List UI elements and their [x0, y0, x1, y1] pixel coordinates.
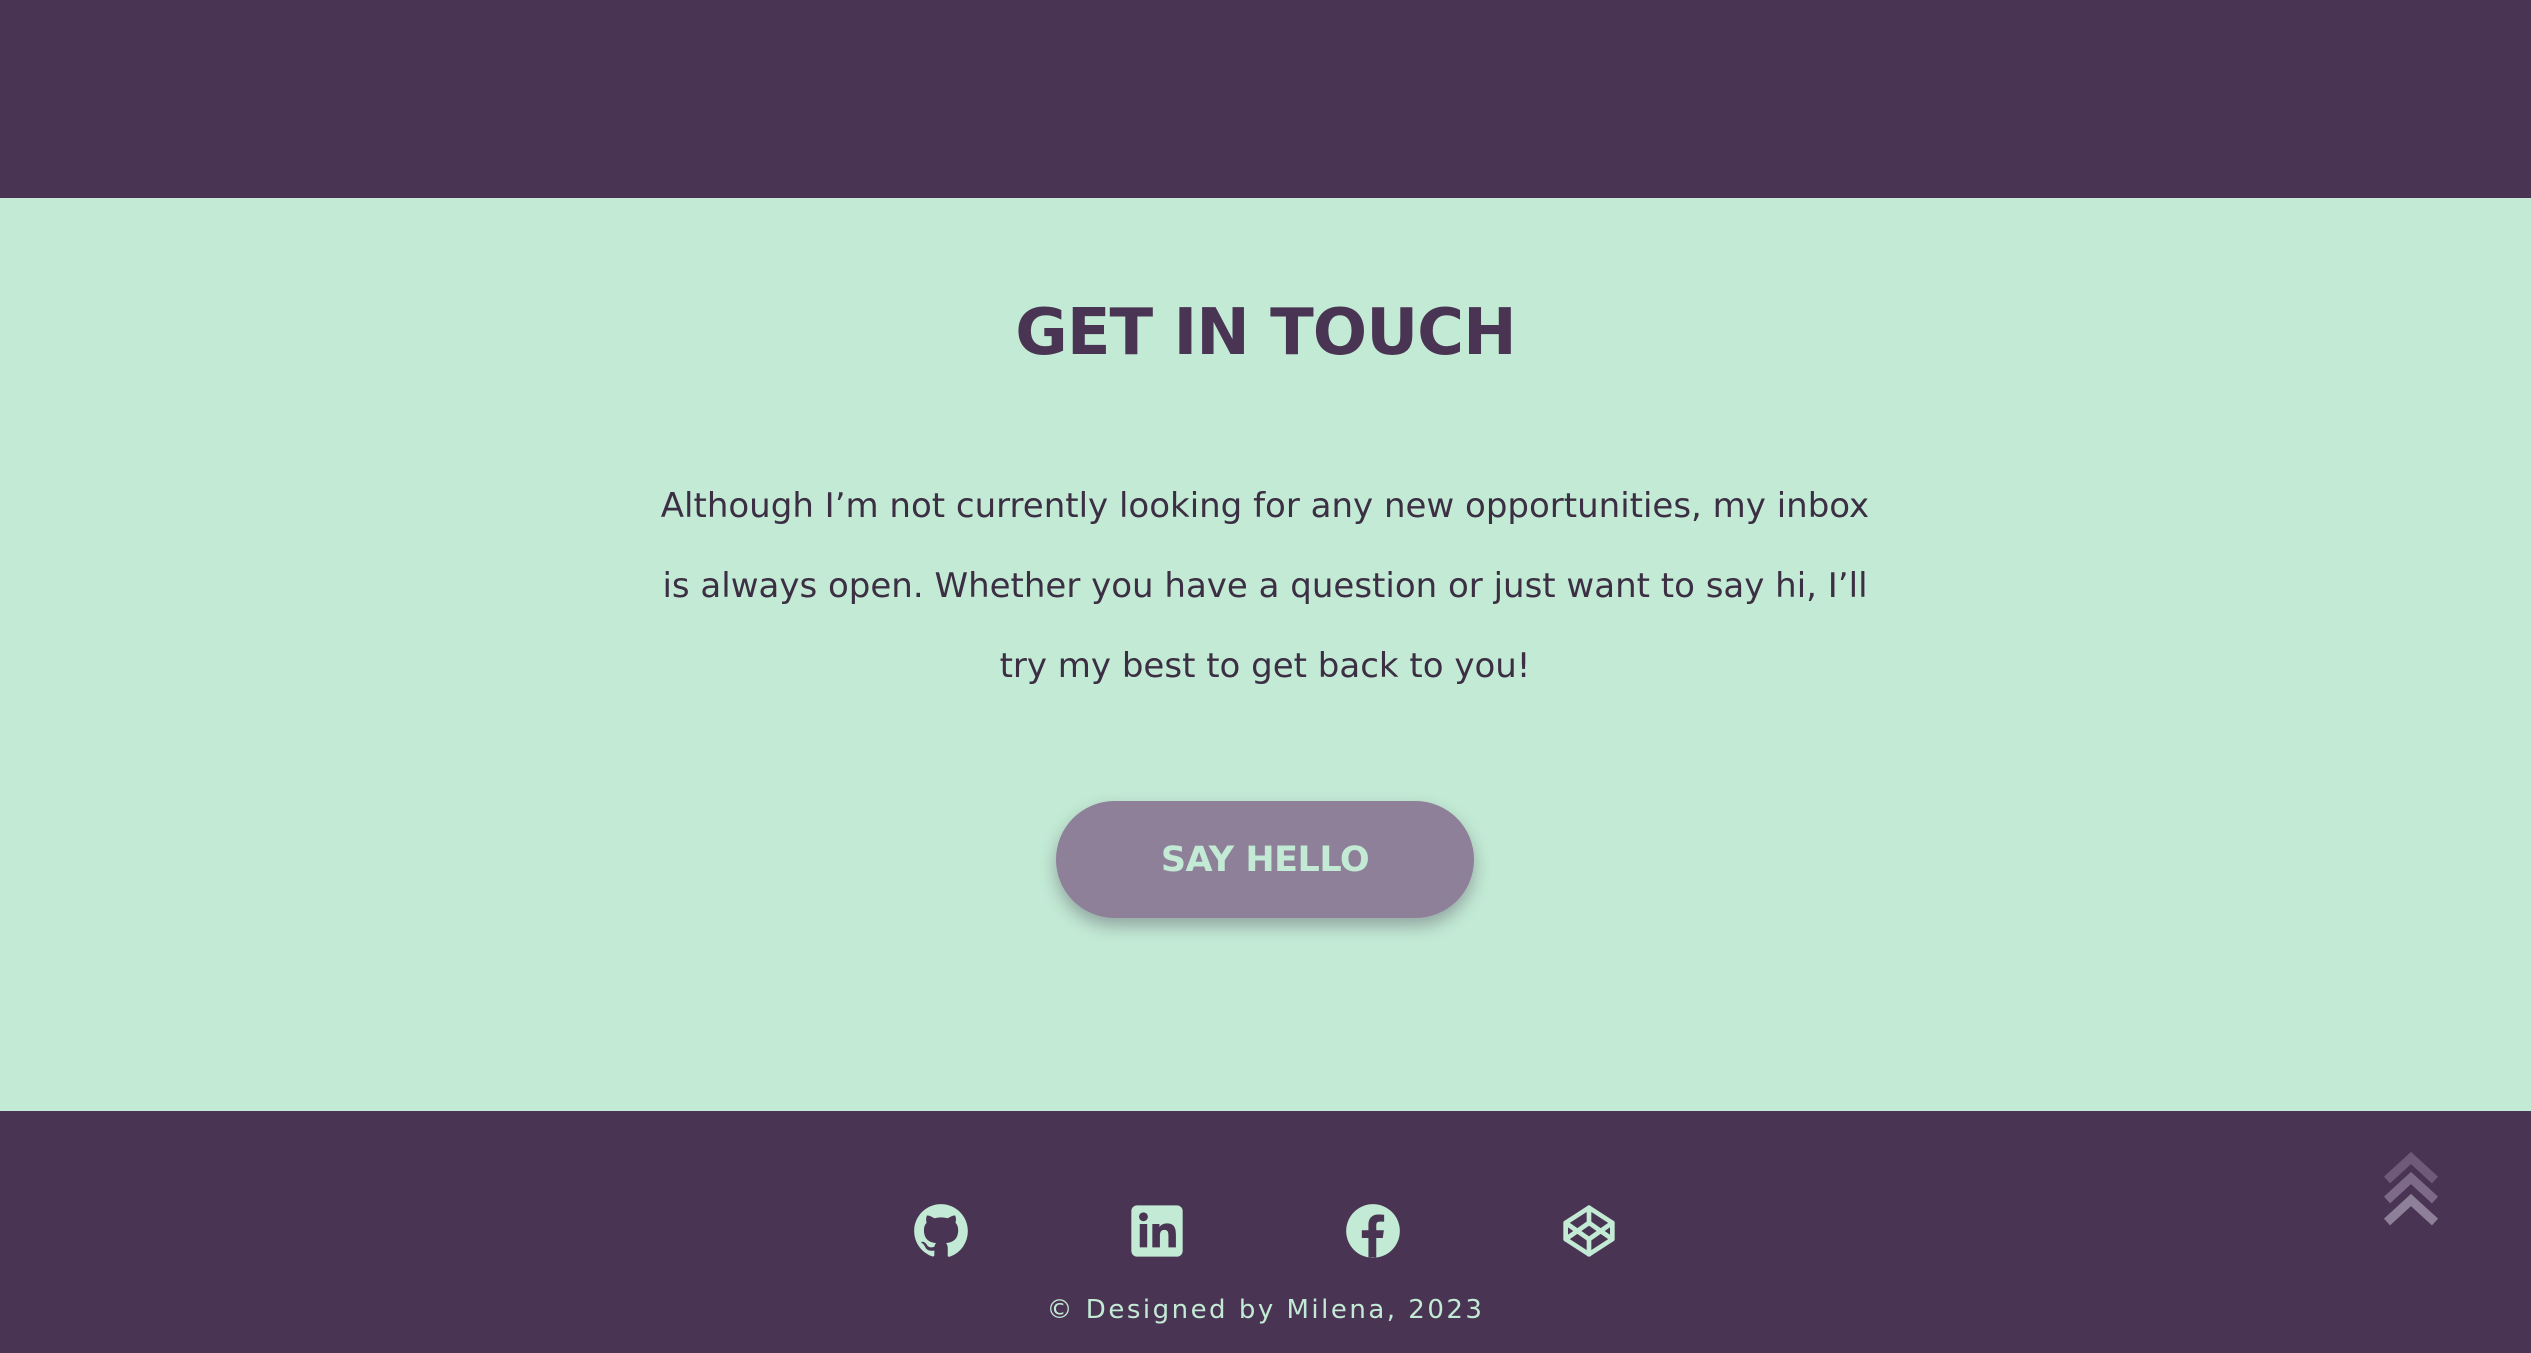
github-icon: [914, 1204, 968, 1257]
codepen-icon: [1563, 1205, 1615, 1257]
contact-description: Although I’m not currently looking for a…: [660, 486, 1870, 686]
double-chevron-up-icon: [2383, 1151, 2439, 1226]
github-link[interactable]: [913, 1203, 969, 1259]
linkedin-link[interactable]: [1129, 1203, 1185, 1259]
say-hello-button[interactable]: SAY HELLO: [1056, 801, 1474, 918]
facebook-icon: [1346, 1204, 1400, 1258]
header-band: [0, 0, 2531, 198]
contact-title: GET IN TOUCH: [1015, 296, 1516, 370]
codepen-link[interactable]: [1561, 1203, 1617, 1259]
linkedin-icon: [1131, 1205, 1183, 1257]
copyright-text: © Designed by Milena, 2023: [1046, 1295, 1485, 1325]
facebook-link[interactable]: [1345, 1203, 1401, 1259]
back-to-top-button[interactable]: [2381, 1142, 2441, 1232]
